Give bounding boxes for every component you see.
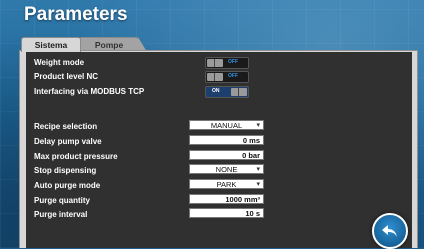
back-arrow-icon xyxy=(382,225,397,237)
toggle-state-text: OFF xyxy=(228,73,238,79)
product-level-nc-label: Product level NC xyxy=(34,72,99,81)
tab-sistema[interactable]: Sistema xyxy=(21,37,81,52)
purge-interval-label: Purge interval xyxy=(34,210,88,219)
chevron-down-icon: ▾ xyxy=(256,166,260,173)
recipe-selection-label: Recipe selection xyxy=(34,122,98,131)
purge-interval-field[interactable]: 10 s xyxy=(189,208,264,218)
product-level-nc-toggle[interactable]: OFF xyxy=(205,71,249,83)
toggle-knob xyxy=(207,73,223,81)
toggle-state-text: OFF xyxy=(228,59,238,65)
stop-dispensing-select[interactable]: NONE ▾ xyxy=(189,164,264,174)
weight-mode-label: Weight mode xyxy=(34,58,85,67)
delay-pump-valve-field[interactable]: 0 ms xyxy=(189,135,264,145)
max-product-pressure-label: Max product pressure xyxy=(34,152,118,161)
auto-purge-mode-label: Auto purge mode xyxy=(34,181,101,190)
chevron-down-icon: ▾ xyxy=(256,181,260,188)
max-product-pressure-field[interactable]: 0 bar xyxy=(189,150,264,160)
purge-quantity-label: Purge quantity xyxy=(34,196,91,205)
toggle-state-text: ON xyxy=(212,88,220,94)
purge-quantity-field[interactable]: 1000 mm³ xyxy=(189,194,264,204)
recipe-selection-value: MANUAL xyxy=(210,121,243,130)
stop-dispensing-label: Stop dispensing xyxy=(34,166,97,175)
modbus-tcp-toggle[interactable]: ON xyxy=(205,86,249,98)
page-title: Parameters xyxy=(24,4,128,25)
auto-purge-mode-select[interactable]: PARK ▾ xyxy=(189,179,264,189)
modbus-tcp-label: Interfacing via MODBUS TCP xyxy=(34,87,145,96)
chevron-down-icon: ▾ xyxy=(256,122,260,129)
auto-purge-mode-value: PARK xyxy=(216,180,237,189)
weight-mode-toggle[interactable]: OFF xyxy=(205,57,249,69)
back-button[interactable] xyxy=(372,213,408,249)
toggle-knob xyxy=(231,88,247,96)
recipe-selection-select[interactable]: MANUAL ▾ xyxy=(189,120,264,130)
toggle-knob xyxy=(207,59,223,67)
stop-dispensing-value: NONE xyxy=(215,165,238,174)
delay-pump-valve-label: Delay pump valve xyxy=(34,137,102,146)
